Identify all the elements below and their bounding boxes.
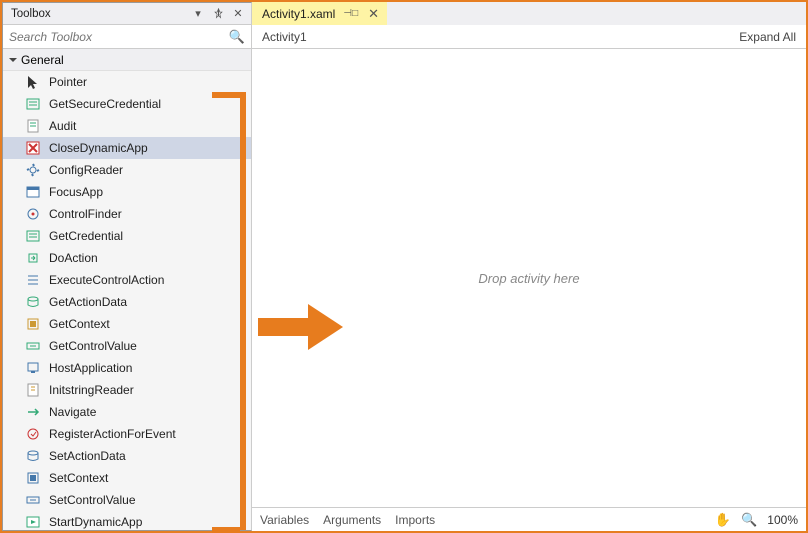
list-icon	[25, 272, 41, 288]
toolbox-item-label: InitstringReader	[49, 383, 134, 397]
bottom-tab-imports[interactable]: Imports	[395, 513, 435, 527]
toolbox-item-label: SetActionData	[49, 449, 126, 463]
toolbox-item-label: Pointer	[49, 75, 87, 89]
pin-icon[interactable]	[209, 5, 227, 23]
note-icon	[25, 118, 41, 134]
toolbox-item-label: Audit	[49, 119, 76, 133]
toolbox-item-getcontext[interactable]: GetContext	[3, 313, 251, 335]
toolbox-item-configreader[interactable]: ConfigReader	[3, 159, 251, 181]
context-icon	[25, 316, 41, 332]
toolbox-panel: Toolbox ▾ ✕ 🔍 General Pointer GetSecureCr…	[2, 2, 252, 531]
toolbox-item-initstringreader[interactable]: InitstringReader	[3, 379, 251, 401]
tab-pin-icon[interactable]: ⊣□	[343, 8, 358, 19]
expand-all-button[interactable]: Expand All	[739, 30, 796, 44]
toolbox-category-general[interactable]: General	[3, 49, 251, 71]
init-icon	[25, 382, 41, 398]
toolbox-item-label: CloseDynamicApp	[49, 141, 148, 155]
toolbox-item-audit[interactable]: Audit	[3, 115, 251, 137]
toolbox-item-closedynamicapp[interactable]: CloseDynamicApp	[3, 137, 251, 159]
toolbox-item-label: GetActionData	[49, 295, 127, 309]
toolbox-item-setcontrolvalue[interactable]: SetControlValue	[3, 489, 251, 511]
toolbox-item-label: GetCredential	[49, 229, 123, 243]
category-label: General	[21, 53, 64, 67]
toolbox-item-controlfinder[interactable]: ControlFinder	[3, 203, 251, 225]
toolbox-item-executecontrolaction[interactable]: ExecuteControlAction	[3, 269, 251, 291]
toolbox-item-getactiondata[interactable]: GetActionData	[3, 291, 251, 313]
toolbox-item-startdynamicapp[interactable]: StartDynamicApp	[3, 511, 251, 530]
toolbox-title-bar: Toolbox ▾ ✕	[3, 3, 251, 25]
toolbox-search-input[interactable]	[9, 30, 229, 44]
setctx-icon	[25, 470, 41, 486]
toolbox-item-label: RegisterActionForEvent	[49, 427, 176, 441]
toolbox-item-focusapp[interactable]: FocusApp	[3, 181, 251, 203]
breadcrumb-row: Activity1 Expand All	[252, 25, 806, 49]
toolbox-items: Pointer GetSecureCredential Audit CloseDyna…	[3, 71, 251, 530]
toolbox-item-setcontext[interactable]: SetContext	[3, 467, 251, 489]
pan-hand-icon[interactable]: ✋	[715, 512, 731, 528]
target-icon	[25, 206, 41, 222]
toolbox-item-label: ExecuteControlAction	[49, 273, 164, 287]
design-surface[interactable]: Drop activity here	[252, 49, 806, 507]
expand-arrow-icon	[7, 54, 19, 66]
zoom-level[interactable]: 100%	[767, 513, 798, 527]
toolbox-item-navigate[interactable]: Navigate	[3, 401, 251, 423]
getval-icon	[25, 338, 41, 354]
tab-activity1[interactable]: Activity1.xaml ⊣□ ✕	[252, 2, 387, 25]
toolbox-item-label: FocusApp	[49, 185, 103, 199]
bottom-tab-variables[interactable]: Variables	[260, 513, 309, 527]
toolbox-item-doaction[interactable]: DoAction	[3, 247, 251, 269]
toolbox-item-pointer[interactable]: Pointer	[3, 71, 251, 93]
search-icon[interactable]: 🔍	[229, 29, 245, 45]
toolbox-item-label: HostApplication	[49, 361, 132, 375]
setdata-icon	[25, 448, 41, 464]
toolbox-item-setactiondata[interactable]: SetActionData	[3, 445, 251, 467]
window-icon	[25, 184, 41, 200]
tab-row: Activity1.xaml ⊣□ ✕	[252, 2, 806, 25]
toolbox-item-getsecurecredential[interactable]: GetSecureCredential	[3, 93, 251, 115]
toolbox-item-label: GetSecureCredential	[49, 97, 161, 111]
toolbox-item-registeractionforevent[interactable]: RegisterActionForEvent	[3, 423, 251, 445]
toolbox-item-hostapplication[interactable]: HostApplication	[3, 357, 251, 379]
nav-icon	[25, 404, 41, 420]
toolbox-item-label: ConfigReader	[49, 163, 123, 177]
toolbox-item-label: Navigate	[49, 405, 96, 419]
toolbox-search-row: 🔍	[3, 25, 251, 49]
form-icon	[25, 96, 41, 112]
toolbox-item-label: ControlFinder	[49, 207, 122, 221]
breadcrumb[interactable]: Activity1	[262, 30, 307, 44]
zoom-fit-icon[interactable]: 🔍	[741, 512, 757, 528]
toolbox-item-label: SetControlValue	[49, 493, 136, 507]
arrowloop-icon	[25, 250, 41, 266]
toolbox-item-label: DoAction	[49, 251, 98, 265]
editor-panel: Activity1.xaml ⊣□ ✕ Activity1 Expand All…	[252, 2, 806, 531]
toolbox-item-getcredential[interactable]: GetCredential	[3, 225, 251, 247]
data-icon	[25, 294, 41, 310]
toolbox-item-label: SetContext	[49, 471, 108, 485]
reg-icon	[25, 426, 41, 442]
setval-icon	[25, 492, 41, 508]
dropdown-icon[interactable]: ▾	[189, 5, 207, 23]
toolbox-item-label: GetContext	[49, 317, 110, 331]
toolbox-item-label: StartDynamicApp	[49, 515, 142, 529]
bottom-tab-arguments[interactable]: Arguments	[323, 513, 381, 527]
toolbox-item-label: GetControlValue	[49, 339, 137, 353]
gear-icon	[25, 162, 41, 178]
tab-label: Activity1.xaml	[262, 7, 335, 21]
close-icon[interactable]: ✕	[229, 5, 247, 23]
bottom-bar: Variables Arguments Imports ✋ 🔍 100%	[252, 507, 806, 531]
start-icon	[25, 514, 41, 530]
toolbox-item-getcontrolvalue[interactable]: GetControlValue	[3, 335, 251, 357]
toolbox-title: Toolbox	[11, 8, 189, 20]
pointer-icon	[25, 74, 41, 90]
form-icon	[25, 228, 41, 244]
redx-icon	[25, 140, 41, 156]
drop-hint: Drop activity here	[478, 271, 579, 286]
tab-close-icon[interactable]: ✕	[366, 6, 381, 22]
host-icon	[25, 360, 41, 376]
